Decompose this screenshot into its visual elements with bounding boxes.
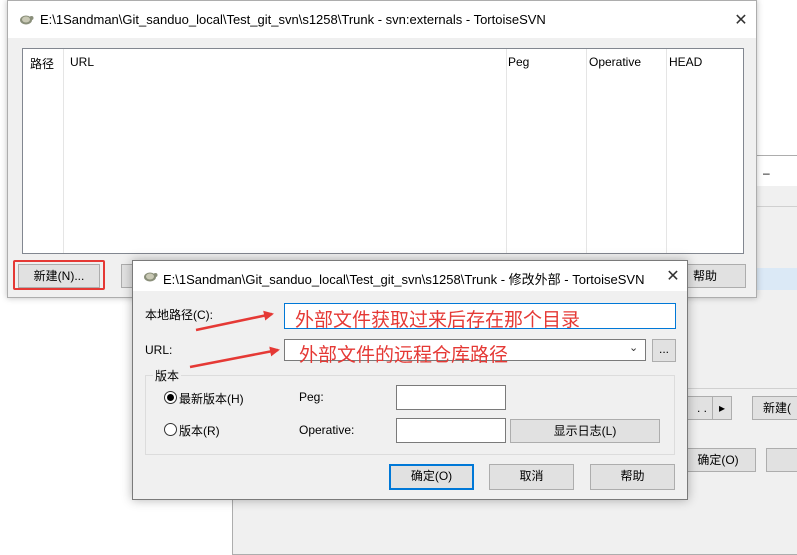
peg-input[interactable] bbox=[396, 385, 506, 410]
externals-window: E:\1Sandman\Git_sanduo_local\Test_git_sv… bbox=[7, 0, 757, 298]
revision-label[interactable]: 版本(R) bbox=[179, 422, 220, 439]
column-header-path[interactable]: 路径 bbox=[30, 55, 54, 72]
revision-radio[interactable] bbox=[164, 423, 177, 436]
browse-button[interactable]: ... bbox=[652, 339, 676, 362]
dialog-title: E:\1Sandman\Git_sanduo_local\Test_git_sv… bbox=[163, 272, 645, 287]
column-header-url[interactable]: URL bbox=[70, 55, 94, 69]
local-path-annotation: 外部文件获取过来后存在那个目录 bbox=[295, 309, 581, 331]
revision-group-label: 版本 bbox=[153, 367, 182, 384]
new-button[interactable]: 新建(N)... bbox=[18, 264, 100, 288]
operative-input[interactable] bbox=[396, 418, 506, 443]
url-label: URL: bbox=[145, 343, 173, 357]
show-log-button[interactable]: 显示日志(L) bbox=[510, 419, 660, 443]
background-window-title-fragment: – bbox=[763, 166, 770, 180]
bg-ok-button[interactable]: 确定(O) bbox=[680, 448, 756, 472]
selected-row[interactable] bbox=[753, 268, 797, 290]
bg-new-button[interactable]: 新建( bbox=[752, 396, 797, 420]
cancel-button[interactable]: 取消 bbox=[489, 464, 574, 490]
help-button[interactable]: 帮助 bbox=[590, 464, 675, 490]
externals-window-titlebar: E:\1Sandman\Git_sanduo_local\Test_git_sv… bbox=[8, 1, 756, 38]
bg-extra-button[interactable] bbox=[766, 448, 797, 472]
column-header-operative[interactable]: Operative bbox=[589, 55, 641, 69]
tortoise-icon bbox=[20, 15, 34, 25]
column-separator bbox=[666, 49, 667, 253]
externals-list[interactable]: 路径 URL Peg Operative HEAD bbox=[22, 48, 744, 254]
edit-external-dialog: E:\1Sandman\Git_sanduo_local\Test_git_sv… bbox=[132, 260, 688, 500]
column-separator bbox=[63, 49, 64, 253]
close-icon[interactable]: ✕ bbox=[731, 10, 751, 30]
url-annotation: 外部文件的远程仓库路径 bbox=[299, 344, 509, 366]
chevron-down-icon[interactable]: ⌄ bbox=[629, 341, 638, 354]
window-title: E:\1Sandman\Git_sanduo_local\Test_git_sv… bbox=[40, 12, 546, 27]
latest-revision-radio[interactable] bbox=[164, 391, 177, 404]
close-icon[interactable]: ✕ bbox=[663, 266, 683, 286]
operative-label: Operative: bbox=[299, 423, 355, 437]
tortoise-icon bbox=[144, 272, 158, 282]
latest-revision-label[interactable]: 最新版本(H) bbox=[179, 390, 244, 407]
dialog-titlebar: E:\1Sandman\Git_sanduo_local\Test_git_sv… bbox=[133, 261, 687, 291]
bg-next-button[interactable]: ▸ bbox=[712, 396, 732, 420]
ok-button[interactable]: 确定(O) bbox=[389, 464, 474, 490]
radio-selected-dot bbox=[167, 394, 174, 401]
column-separator bbox=[506, 49, 507, 253]
peg-label: Peg: bbox=[299, 390, 324, 404]
column-header-peg[interactable]: Peg bbox=[508, 55, 529, 69]
column-separator bbox=[586, 49, 587, 253]
local-path-label: 本地路径(C): bbox=[145, 308, 213, 322]
column-header-head[interactable]: HEAD bbox=[669, 55, 702, 69]
